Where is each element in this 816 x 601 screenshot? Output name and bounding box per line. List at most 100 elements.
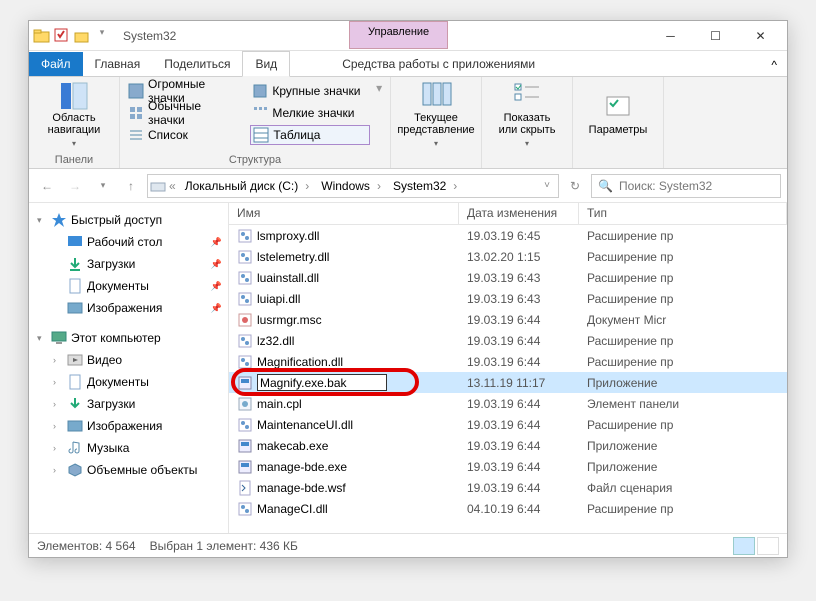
nav-back-button[interactable]: ← [35, 174, 59, 198]
view-xl-icons[interactable]: Огромные значки [126, 81, 246, 101]
current-view-button[interactable]: Текущее представление▾ [397, 81, 475, 149]
crumb-windows[interactable]: Windows [315, 177, 387, 195]
nav-pane-button[interactable]: Область навигации ▾ [35, 81, 113, 149]
file-list: Имя Дата изменения Тип lsmproxy.dll19.03… [229, 203, 787, 533]
view-s-icons[interactable]: Мелкие значки [250, 103, 370, 123]
content-area: ▾Быстрый доступ Рабочий стол📌 Загрузки📌 … [29, 203, 787, 533]
nav-tree[interactable]: ▾Быстрый доступ Рабочий стол📌 Загрузки📌 … [29, 203, 229, 533]
nav-recent-button[interactable]: ▾ [91, 174, 115, 198]
nav-fwd-button[interactable]: → [63, 174, 87, 198]
view-details-button[interactable] [733, 537, 755, 555]
view-list[interactable]: Список [126, 125, 246, 145]
tree-desktop[interactable]: Рабочий стол📌 [31, 231, 226, 253]
file-icon [237, 438, 253, 454]
file-row[interactable]: lz32.dll19.03.19 6:44Расширение пр [229, 330, 787, 351]
file-row[interactable]: ManageCI.dll04.10.19 6:44Расширение пр [229, 498, 787, 519]
drive-icon [150, 178, 166, 194]
file-icon [237, 459, 253, 475]
options-button[interactable]: Параметры [579, 81, 657, 149]
breadcrumb[interactable]: « Локальный диск (C:) Windows System32 ˅ [147, 174, 559, 198]
tree-pictures[interactable]: Изображения📌 [31, 297, 226, 319]
view-m-icons[interactable]: Обычные значки [126, 103, 246, 123]
checkbox-list-icon [513, 82, 541, 110]
file-rows: lsmproxy.dll19.03.19 6:45Расширение прls… [229, 225, 787, 533]
file-row[interactable]: luiapi.dll19.03.19 6:43Расширение пр [229, 288, 787, 309]
status-bar: Элементов: 4 564 Выбран 1 элемент: 436 К… [29, 533, 787, 557]
explorer-window: ▾ System32 Управление ─ ☐ ✕ Файл Главная… [28, 20, 788, 558]
tree-music[interactable]: ›Музыка [31, 437, 226, 459]
qat-properties-icon[interactable] [53, 27, 71, 45]
file-icon [237, 270, 253, 286]
show-hide-button[interactable]: Показать или скрыть▾ [488, 81, 566, 149]
nav-pane-icon [60, 82, 88, 110]
columns-icon [422, 82, 450, 110]
window-title: System32 [123, 29, 176, 43]
file-row[interactable]: lusrmgr.msc19.03.19 6:44Документ Micr [229, 309, 787, 330]
view-large-button[interactable] [757, 537, 779, 555]
tree-pc-pictures[interactable]: ›Изображения [31, 415, 226, 437]
ribbon-tabs: Файл Главная Поделиться Вид Средства раб… [29, 51, 787, 77]
tree-downloads[interactable]: Загрузки📌 [31, 253, 226, 275]
ribbon-collapse-icon[interactable]: ^ [761, 54, 787, 76]
ribbon: Область навигации ▾ Панели Огромные знач… [29, 77, 787, 169]
tab-share[interactable]: Поделиться [152, 52, 242, 76]
col-name[interactable]: Имя [229, 203, 459, 224]
qat-folder-icon[interactable] [73, 27, 91, 45]
file-row[interactable]: lstelemetry.dll13.02.20 1:15Расширение п… [229, 246, 787, 267]
tab-app-tools[interactable]: Средства работы с приложениями [330, 52, 547, 76]
qat-dropdown-icon[interactable]: ▾ [93, 27, 111, 45]
manage-context-tab[interactable]: Управление [349, 21, 448, 49]
layout-gallery-expand[interactable]: ▾ [374, 81, 384, 95]
crumb-c[interactable]: Локальный диск (C:) [179, 177, 316, 195]
close-button[interactable]: ✕ [738, 22, 783, 50]
file-icon [237, 291, 253, 307]
options-icon [604, 94, 632, 122]
file-icon [237, 480, 253, 496]
file-row[interactable]: main.cpl19.03.19 6:44Элемент панели [229, 393, 787, 414]
file-icon [237, 228, 253, 244]
tab-view[interactable]: Вид [242, 51, 290, 77]
refresh-button[interactable]: ↻ [563, 174, 587, 198]
rename-input[interactable] [257, 374, 387, 391]
view-l-icons[interactable]: Крупные значки [250, 81, 370, 101]
folder-icon [33, 27, 51, 45]
file-row[interactable]: manage-bde.exe19.03.19 6:44Приложение [229, 456, 787, 477]
tree-pc-documents[interactable]: ›Документы [31, 371, 226, 393]
maximize-button[interactable]: ☐ [693, 22, 738, 50]
file-row[interactable]: 13.11.19 11:17Приложение [229, 372, 787, 393]
nav-up-button[interactable]: ↑ [119, 174, 143, 198]
file-icon [237, 501, 253, 517]
column-headers[interactable]: Имя Дата изменения Тип [229, 203, 787, 225]
group-layout-label: Структура [126, 152, 384, 166]
crumb-system32[interactable]: System32 [387, 177, 463, 195]
col-date[interactable]: Дата изменения [459, 203, 579, 224]
tree-this-pc[interactable]: ▾Этот компьютер [31, 327, 226, 349]
file-icon [237, 333, 253, 349]
file-row[interactable]: makecab.exe19.03.19 6:44Приложение [229, 435, 787, 456]
address-bar: ← → ▾ ↑ « Локальный диск (C:) Windows Sy… [29, 169, 787, 203]
file-icon [237, 396, 253, 412]
tree-quick-access[interactable]: ▾Быстрый доступ [31, 209, 226, 231]
col-type[interactable]: Тип [579, 203, 787, 224]
file-row[interactable]: Magnification.dll19.03.19 6:44Расширение… [229, 351, 787, 372]
titlebar: ▾ System32 Управление ─ ☐ ✕ [29, 21, 787, 51]
file-row[interactable]: manage-bde.wsf19.03.19 6:44Файл сценария [229, 477, 787, 498]
tab-file[interactable]: Файл [29, 52, 83, 76]
file-icon [237, 375, 253, 391]
view-table[interactable]: Таблица [250, 125, 370, 145]
file-row[interactable]: luainstall.dll19.03.19 6:43Расширение пр [229, 267, 787, 288]
file-row[interactable]: MaintenanceUI.dll19.03.19 6:44Расширение… [229, 414, 787, 435]
file-icon [237, 249, 253, 265]
file-icon [237, 312, 253, 328]
group-panels-label: Панели [35, 152, 113, 166]
tab-home[interactable]: Главная [83, 52, 153, 76]
file-icon [237, 417, 253, 433]
tree-videos[interactable]: ›Видео [31, 349, 226, 371]
search-box[interactable]: 🔍 Поиск: System32 [591, 174, 781, 198]
search-placeholder: Поиск: System32 [619, 179, 712, 193]
tree-pc-downloads[interactable]: ›Загрузки [31, 393, 226, 415]
minimize-button[interactable]: ─ [648, 22, 693, 50]
tree-documents[interactable]: Документы📌 [31, 275, 226, 297]
file-row[interactable]: lsmproxy.dll19.03.19 6:45Расширение пр [229, 225, 787, 246]
tree-3d-objects[interactable]: ›Объемные объекты [31, 459, 226, 481]
